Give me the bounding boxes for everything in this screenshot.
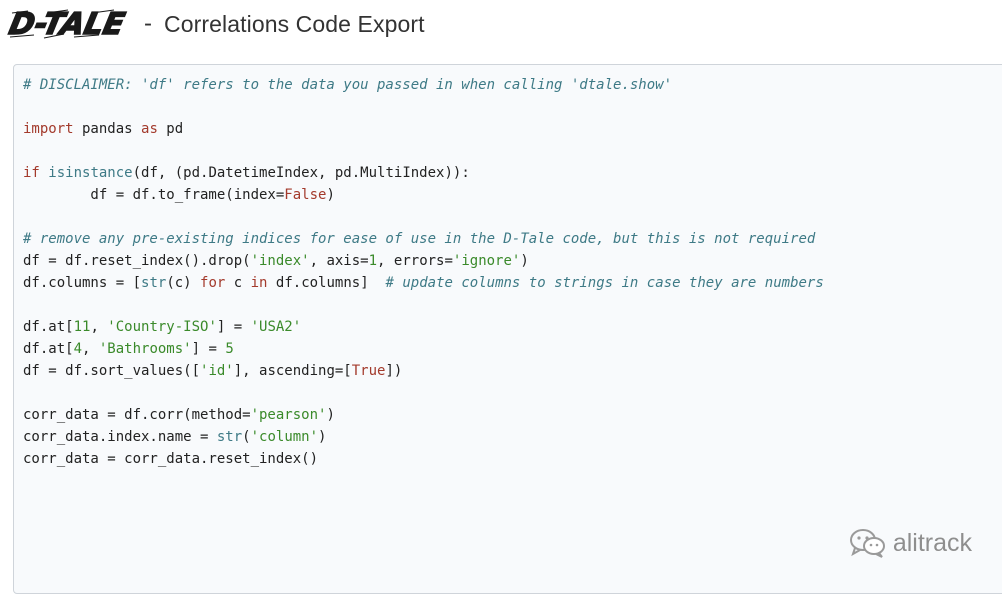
- code-line: # DISCLAIMER: 'df' refers to the data yo…: [23, 74, 1002, 96]
- code-token: df.at[: [23, 319, 74, 335]
- code-token: ], ascending=[: [233, 363, 352, 379]
- code-token: False: [284, 187, 327, 203]
- code-token: ): [326, 187, 335, 203]
- code-token: corr_data = df.corr(method=: [23, 407, 251, 423]
- code-token: 'ignore': [452, 253, 521, 269]
- svg-text:D-TALE: D-TALE: [6, 7, 128, 42]
- code-token: if: [23, 165, 40, 181]
- code-token: for: [200, 275, 226, 291]
- code-token: # DISCLAIMER: 'df' refers to the data yo…: [23, 77, 673, 93]
- code-token: 'index': [250, 253, 310, 269]
- code-token: 'column': [250, 429, 319, 445]
- code-token: df = df.reset_index().drop(: [23, 253, 251, 269]
- code-token: pandas: [73, 121, 142, 137]
- code-token: 'Country-ISO': [107, 319, 217, 335]
- code-token: , axis=: [309, 253, 369, 269]
- title-separator: -: [144, 10, 152, 37]
- code-token: 'Bathrooms': [98, 341, 192, 357]
- code-token: ,: [90, 319, 108, 335]
- watermark-text: alitrack: [892, 528, 972, 557]
- code-token: corr_data.index.name =: [23, 429, 217, 445]
- code-block[interactable]: # DISCLAIMER: 'df' refers to the data yo…: [14, 65, 1002, 470]
- code-token: isinstance: [48, 165, 133, 181]
- code-line: df.at[11, 'Country-ISO'] = 'USA2': [23, 316, 1002, 338]
- code-token: import: [23, 121, 74, 137]
- code-token: ]): [385, 363, 403, 379]
- code-token: ): [326, 407, 335, 423]
- code-token: in: [250, 275, 268, 291]
- code-token: str: [141, 275, 167, 291]
- code-token: pd: [157, 121, 184, 137]
- code-token: df.columns]: [267, 275, 386, 291]
- code-token: # update columns to strings in case they…: [385, 275, 824, 291]
- code-token: df.columns = [: [23, 275, 142, 291]
- code-token: df = df.sort_values([: [23, 363, 201, 379]
- code-token: df.at[: [23, 341, 74, 357]
- wechat-icon: [849, 529, 885, 558]
- code-line: df = df.sort_values(['id'], ascending=[T…: [23, 360, 1002, 382]
- page-title: Correlations Code Export: [164, 10, 425, 37]
- code-token: 'id': [200, 363, 234, 379]
- code-panel[interactable]: # DISCLAIMER: 'df' refers to the data yo…: [13, 64, 1002, 594]
- code-token: 'pearson': [250, 407, 327, 423]
- code-line: corr_data = corr_data.reset_index(): [23, 448, 1002, 470]
- code-token: 4: [73, 341, 83, 357]
- code-token: c: [225, 275, 251, 291]
- code-token: 'USA2': [250, 319, 302, 335]
- code-token: ): [520, 253, 529, 269]
- code-token: ] =: [191, 341, 226, 357]
- code-token: ,: [82, 341, 99, 357]
- code-token: as: [141, 121, 158, 137]
- code-line: df.at[4, 'Bathrooms'] = 5: [23, 338, 1002, 360]
- dtale-logo: D-TALE: [4, 4, 132, 44]
- code-token: corr_data = corr_data.reset_index(): [23, 451, 319, 467]
- code-line: df = df.to_frame(index=False): [23, 184, 1002, 206]
- code-token: ): [318, 429, 327, 445]
- code-line: # remove any pre-existing indices for ea…: [23, 228, 1002, 250]
- code-token: 5: [225, 341, 234, 357]
- code-token: True: [351, 363, 386, 379]
- code-token: (c): [166, 275, 201, 291]
- code-token: 11: [73, 319, 91, 335]
- code-token: ] =: [216, 319, 251, 335]
- code-line: corr_data.index.name = str('column'): [23, 426, 1002, 448]
- code-token: str: [216, 429, 243, 445]
- watermark: alitrack: [849, 528, 972, 558]
- code-token: , errors=: [377, 253, 453, 269]
- code-line: import pandas as pd: [23, 118, 1002, 140]
- code-line: if isinstance(df, (pd.DatetimeIndex, pd.…: [23, 162, 1002, 184]
- header: D-TALE - Correlations Code Export: [0, 0, 1002, 48]
- code-token: (df, (pd.DatetimeIndex, pd.MultiIndex)):: [132, 165, 470, 181]
- code-token: # remove any pre-existing indices for ea…: [23, 231, 816, 247]
- code-token: 1: [368, 253, 378, 269]
- code-token: (: [242, 429, 251, 445]
- code-line: corr_data = df.corr(method='pearson'): [23, 404, 1002, 426]
- code-token: df = df.to_frame(index=: [23, 187, 285, 203]
- code-line: df.columns = [str(c) for c in df.columns…: [23, 272, 1002, 294]
- code-line: df = df.reset_index().drop('index', axis…: [23, 250, 1002, 272]
